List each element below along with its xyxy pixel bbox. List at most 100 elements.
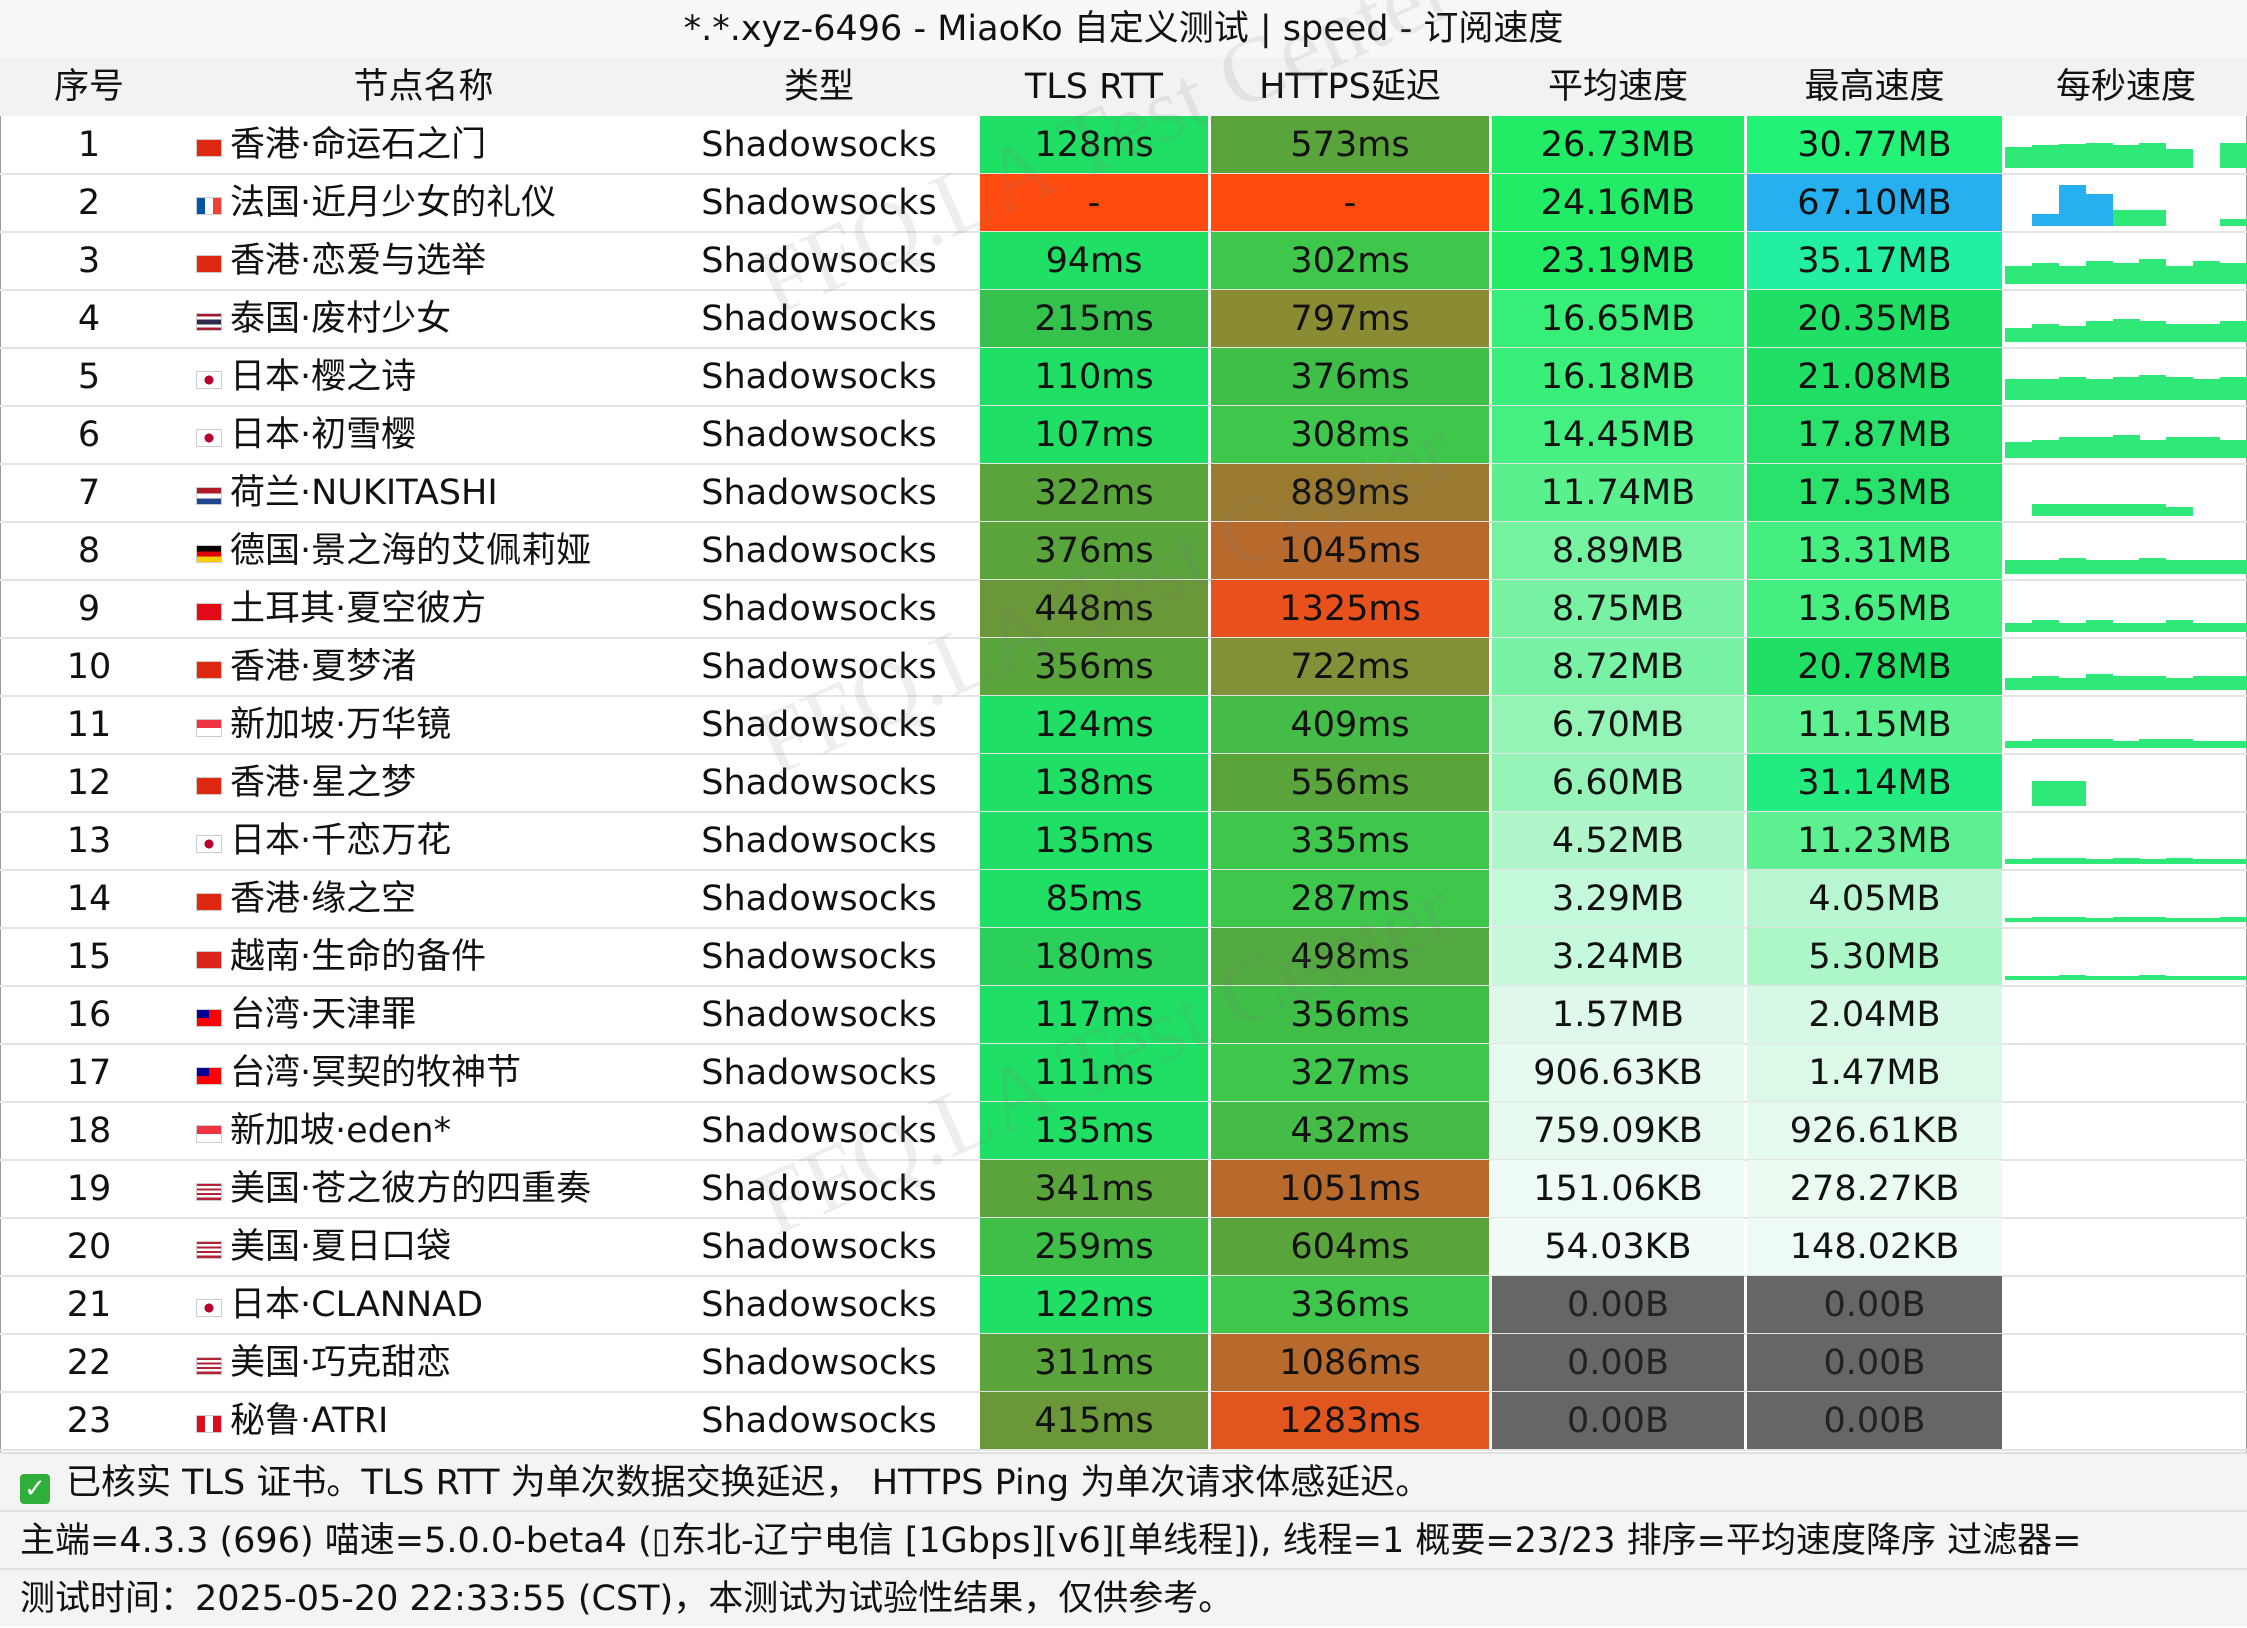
speed-bar — [2005, 442, 2032, 458]
header-avg-speed[interactable]: 平均速度 — [1492, 58, 1744, 116]
speed-bar — [2112, 145, 2140, 168]
tls-rtt-value: 341ms — [980, 1160, 1208, 1218]
avg-speed-value: 0.00B — [1492, 1334, 1744, 1392]
speed-bar — [2220, 440, 2247, 458]
table-row[interactable]: 20 美国·夏日口袋 Shadowsocks 259ms 604ms 54.03KB 148… — [0, 1218, 2247, 1277]
speed-bar — [2112, 741, 2140, 748]
per-second-speed-sparkline — [2005, 522, 2247, 580]
speed-bar — [2193, 261, 2221, 284]
speed-bar — [2058, 326, 2086, 342]
node-name-cell: 秘鲁·ATRI — [196, 1392, 651, 1450]
node-name: 香港·星之梦 — [230, 763, 417, 803]
speed-bar — [2058, 739, 2086, 748]
table-row[interactable]: 18 新加坡·eden* Shadowsocks 135ms 432ms 759.09KB… — [0, 1102, 2247, 1161]
node-name-cell: 香港·命运石之门 — [196, 116, 651, 174]
flag-france-icon — [196, 197, 222, 215]
table-row[interactable]: 7 荷兰·NUKITASHI Shadowsocks 322ms 889ms 11.74M… — [0, 464, 2247, 523]
row-index: 14 — [66, 879, 112, 919]
table-row[interactable]: 5 日本·樱之诗 Shadowsocks 110ms 376ms 16.18MB 21.08… — [0, 348, 2247, 407]
table-row[interactable]: 23 秘鲁·ATRI Shadowsocks 415ms 1283ms 0.00B 0.00… — [0, 1392, 2247, 1451]
header-type[interactable]: 类型 — [660, 58, 978, 116]
header-node-name[interactable]: 节点名称 — [196, 58, 651, 116]
table-row[interactable]: 17 台湾·冥契的牧神节 Shadowsocks 111ms 327ms 906.63KB… — [0, 1044, 2247, 1103]
speed-bar — [2031, 917, 2059, 922]
flag-netherlands-icon — [196, 487, 222, 505]
speed-bar — [2058, 975, 2086, 980]
node-type: Shadowsocks — [701, 1111, 937, 1151]
speed-bar — [2220, 377, 2247, 400]
header-index[interactable]: 序号 — [0, 58, 178, 116]
node-name-cell: 香港·恋爱与选举 — [196, 232, 651, 290]
max-speed-value: 1.47MB — [1747, 1044, 2002, 1102]
speed-bar — [2139, 375, 2167, 400]
table-row[interactable]: 9 土耳其·夏空彼方 Shadowsocks 448ms 1325ms 8.75MB 13.… — [0, 580, 2247, 639]
table-row[interactable]: 1 香港·命运石之门 Shadowsocks 128ms 573ms 26.73MB 30.… — [0, 116, 2247, 175]
table-row[interactable]: 10 香港·夏梦渚 Shadowsocks 356ms 722ms 8.72MB 20.78… — [0, 638, 2247, 697]
node-name: 美国·巧克甜恋 — [230, 1343, 452, 1383]
table-row[interactable]: 22 美国·巧克甜恋 Shadowsocks 311ms 1086ms 0.00B 0.00… — [0, 1334, 2247, 1393]
table-row[interactable]: 19 美国·苍之彼方的四重奏 Shadowsocks 341ms 1051ms 151.0… — [0, 1160, 2247, 1219]
node-type: Shadowsocks — [701, 241, 937, 281]
per-second-speed-sparkline — [2005, 928, 2247, 986]
avg-speed-value: 1.57MB — [1492, 986, 1744, 1044]
node-name-cell: 荷兰·NUKITASHI — [196, 464, 651, 522]
tls-rtt-value: 322ms — [980, 464, 1208, 522]
table-row[interactable]: 11 新加坡·万华镜 Shadowsocks 124ms 409ms 6.70MB 11.1… — [0, 696, 2247, 755]
table-row[interactable]: 4 泰国·废村少女 Shadowsocks 215ms 797ms 16.65MB 20.3… — [0, 290, 2247, 349]
node-name-cell: 日本·樱之诗 — [196, 348, 651, 406]
per-second-speed-sparkline — [2005, 870, 2247, 928]
node-name: 香港·命运石之门 — [230, 125, 487, 165]
speed-bar — [2085, 194, 2113, 226]
row-index: 15 — [66, 937, 112, 977]
table-row[interactable]: 6 日本·初雪樱 Shadowsocks 107ms 308ms 14.45MB 17.87… — [0, 406, 2247, 465]
tls-rtt-value: 94ms — [980, 232, 1208, 290]
table-row[interactable]: 14 香港·缘之空 Shadowsocks 85ms 287ms 3.29MB 4.05MB — [0, 870, 2247, 929]
footer-note: ✓ 已核实 TLS 证书。TLS RTT 为单次数据交换延迟， HTTPS Pin… — [0, 1452, 2247, 1510]
speed-bar — [2193, 918, 2221, 922]
header-https-latency[interactable]: HTTPS延迟 — [1211, 58, 1489, 116]
row-index: 7 — [77, 473, 101, 513]
table-row[interactable]: 16 台湾·天津罪 Shadowsocks 117ms 356ms 1.57MB 2.04M… — [0, 986, 2247, 1045]
node-type: Shadowsocks — [701, 647, 937, 687]
table-row[interactable]: 13 日本·千恋万花 Shadowsocks 135ms 335ms 4.52MB 11.2… — [0, 812, 2247, 871]
speed-bar — [2031, 560, 2059, 574]
avg-speed-value: 759.09KB — [1492, 1102, 1744, 1160]
speed-bar — [2031, 440, 2059, 458]
speed-bar — [2085, 620, 2113, 632]
avg-speed-value: 16.65MB — [1492, 290, 1744, 348]
https-latency-value: 889ms — [1211, 464, 1489, 522]
tls-rtt-value: 138ms — [980, 754, 1208, 812]
table-row[interactable]: 21 日本·CLANNAD Shadowsocks 122ms 336ms 0.00B 0.… — [0, 1276, 2247, 1335]
node-type: Shadowsocks — [701, 1227, 937, 1267]
node-name: 泰国·废村少女 — [230, 299, 452, 339]
table-row[interactable]: 2 法国·近月少女的礼仪 Shadowsocks - -24.16MB 67.10MB — [0, 174, 2247, 233]
flag-japan-icon — [196, 1299, 222, 1317]
table-row[interactable]: 3 香港·恋爱与选举 Shadowsocks 94ms 302ms 23.19MB 35.1… — [0, 232, 2247, 291]
https-latency-value: 287ms — [1211, 870, 1489, 928]
node-type: Shadowsocks — [701, 705, 937, 745]
https-latency-value: 604ms — [1211, 1218, 1489, 1276]
speed-bar — [2005, 678, 2032, 690]
flag-japan-icon — [196, 429, 222, 447]
header-max-speed[interactable]: 最高速度 — [1747, 58, 2002, 116]
tls-rtt-value: 122ms — [980, 1276, 1208, 1334]
node-name-cell: 法国·近月少女的礼仪 — [196, 174, 651, 232]
node-name: 日本·樱之诗 — [230, 357, 417, 397]
https-latency-value: 1086ms — [1211, 1334, 1489, 1392]
max-speed-value: 20.35MB — [1747, 290, 2002, 348]
table-row[interactable]: 8 德国·景之海的艾佩莉娅 Shadowsocks 376ms 1045ms 8.89MB… — [0, 522, 2247, 581]
header-tls-rtt[interactable]: TLS RTT — [980, 58, 1208, 116]
avg-speed-value: 906.63KB — [1492, 1044, 1744, 1102]
table-row[interactable]: 15 越南·生命的备件 Shadowsocks 180ms 498ms 3.24MB 5.3… — [0, 928, 2247, 987]
node-type: Shadowsocks — [701, 589, 937, 629]
header-per-second-speed[interactable]: 每秒速度 — [2005, 58, 2247, 116]
speed-bar — [2085, 143, 2113, 168]
max-speed-value: 5.30MB — [1747, 928, 2002, 986]
per-second-speed-sparkline — [2005, 812, 2247, 870]
speed-bar — [2085, 859, 2113, 864]
node-name-cell: 新加坡·万华镜 — [196, 696, 651, 754]
table-row[interactable]: 12 香港·星之梦 Shadowsocks 138ms 556ms 6.60MB 31.14… — [0, 754, 2247, 813]
speed-bar — [2058, 377, 2086, 400]
max-speed-value: 13.65MB — [1747, 580, 2002, 638]
avg-speed-value: 23.19MB — [1492, 232, 1744, 290]
